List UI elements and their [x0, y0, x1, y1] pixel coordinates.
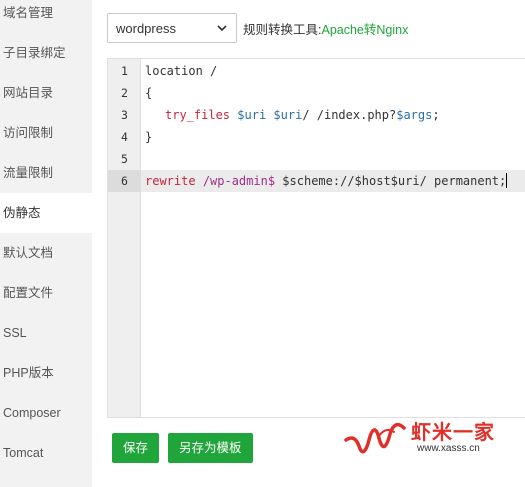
sidebar-item-config[interactable]: 配置文件 [0, 273, 92, 313]
code-text: / /index.php? [302, 108, 397, 122]
code-editor[interactable]: 1 location / 2 { 3 try_files $uri $uri/ … [107, 58, 525, 418]
code-line[interactable]: 2 { [108, 82, 525, 104]
sidebar-item-default-doc[interactable]: 默认文档 [0, 233, 92, 273]
code-keyword: rewrite [145, 174, 196, 188]
line-number: 3 [121, 108, 128, 122]
sidebar-nav: 域名管理 子目录绑定 网站目录 访问限制 流量限制 伪静态 默认文档 配置文件 … [0, 0, 92, 487]
code-variable: $uri [237, 108, 267, 122]
sidebar-item-php[interactable]: PHP版本 [0, 353, 92, 393]
code-text: } [145, 130, 153, 144]
code-directive: try_files [165, 108, 231, 122]
code-text: location / [145, 64, 218, 78]
sidebar-item-domain[interactable]: 域名管理 [0, 0, 92, 33]
save-button[interactable]: 保存 [112, 433, 160, 463]
converter-label: 规则转换工具: [243, 22, 322, 37]
code-line[interactable]: 4 } [108, 126, 525, 148]
line-number: 5 [121, 152, 128, 166]
line-number: 4 [121, 130, 128, 144]
converter-link[interactable]: Apache转Nginx [321, 19, 408, 38]
line-number: 1 [121, 64, 128, 78]
sidebar-item-tomcat[interactable]: Tomcat [0, 433, 92, 473]
code-regex: /wp-admin$ [202, 174, 276, 188]
sidebar-item-ssl[interactable]: SSL [0, 313, 92, 353]
watermark-url: www.xasss.cn [417, 443, 480, 454]
line-number: 6 [108, 170, 141, 192]
code-line[interactable]: 1 location / [108, 60, 525, 82]
select-value: wordpress [116, 20, 176, 36]
rewrite-template-select[interactable]: wordpress [107, 13, 237, 43]
rewrite-toolbar: wordpress 规则转换工具: Apache转Nginx [107, 13, 408, 43]
sidebar-item-traffic-limit[interactable]: 流量限制 [0, 153, 92, 193]
code-variable: $uri [273, 108, 303, 122]
code-text: ; [432, 108, 440, 122]
watermark-name: 虾米一家 [411, 422, 495, 444]
code-text: { [145, 86, 153, 100]
watermark-mark-icon [344, 422, 406, 454]
code-line-active[interactable]: 6 rewrite /wp-admin$ $scheme://$host$uri… [108, 170, 525, 192]
sidebar-item-rewrite[interactable]: 伪静态 [0, 193, 92, 233]
save-as-template-button[interactable]: 另存为模板 [168, 433, 253, 463]
sidebar-item-site-dir[interactable]: 网站目录 [0, 73, 92, 113]
chevron-down-icon [217, 25, 227, 32]
sidebar-item-access-limit[interactable]: 访问限制 [0, 113, 92, 153]
text-cursor [506, 173, 508, 188]
code-variable: $args [396, 108, 433, 122]
sidebar-item-subdir[interactable]: 子目录绑定 [0, 33, 92, 73]
code-text: $scheme://$host$uri/ permanent; [282, 174, 507, 188]
code-line[interactable]: 3 try_files $uri $uri/ /index.php?$args; [108, 104, 525, 126]
code-line[interactable]: 5 [108, 148, 525, 170]
line-number: 2 [121, 86, 128, 100]
watermark-logo: 虾米一家 www.xasss.cn [342, 414, 502, 464]
sidebar-item-composer[interactable]: Composer [0, 393, 92, 433]
